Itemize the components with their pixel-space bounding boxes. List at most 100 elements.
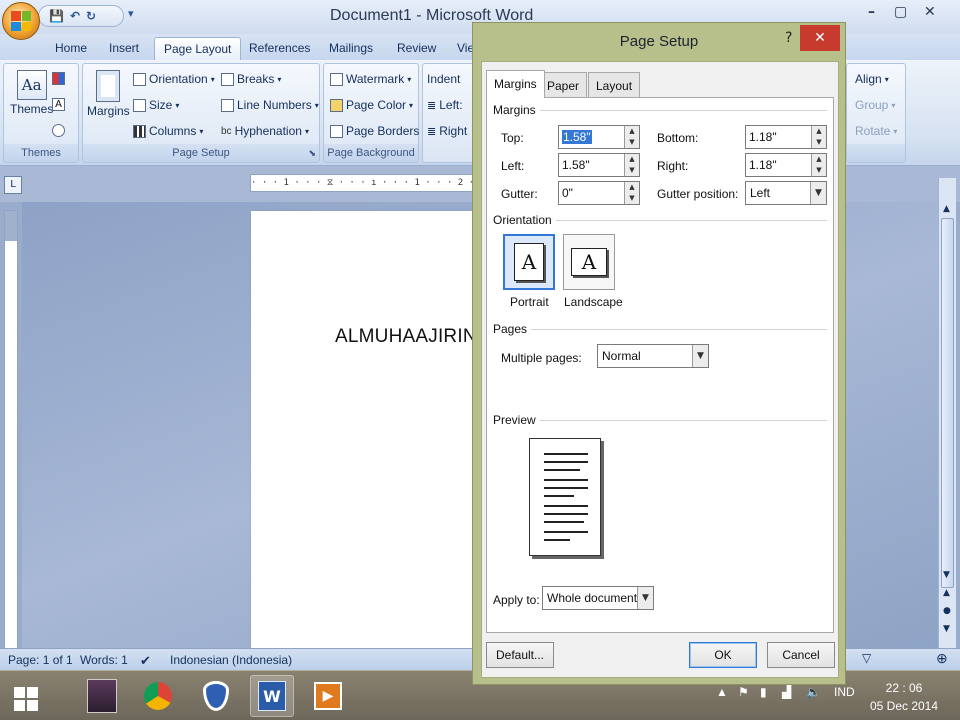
portrait-icon: A: [514, 243, 544, 281]
chevron-down-icon: ▼: [692, 345, 708, 367]
dialog-help-icon[interactable]: ?: [785, 30, 792, 46]
taskbar-photo-app[interactable]: [80, 675, 124, 717]
taskbar-media[interactable]: ▶: [306, 675, 350, 717]
page-color-button[interactable]: Page Color ▾: [330, 98, 413, 112]
previous-page-icon[interactable]: ▲: [943, 588, 950, 598]
page-setup-launcher-icon[interactable]: ⬊: [308, 149, 316, 159]
status-words[interactable]: Words: 1: [80, 653, 128, 667]
watermark-button[interactable]: Watermark ▾: [330, 72, 411, 86]
save-icon[interactable]: 💾: [49, 9, 64, 23]
scroll-down-icon[interactable]: ▼: [943, 570, 950, 580]
tab-references[interactable]: References: [240, 37, 319, 60]
themes-button[interactable]: Aa Themes: [10, 70, 53, 116]
undo-icon[interactable]: ↶: [70, 9, 80, 23]
apply-to-select[interactable]: Whole document ▼: [542, 586, 654, 610]
page-background-group-label: Page Background: [324, 144, 418, 162]
columns-icon: [133, 124, 146, 138]
document-text[interactable]: ALMUHAAJIRIN: [335, 326, 477, 348]
bottom-margin-spinner[interactable]: ▲ ▼: [811, 126, 826, 148]
orientation-button[interactable]: Orientation ▾: [133, 72, 215, 86]
indent-left[interactable]: ≣ Left:: [427, 98, 463, 112]
top-margin-input[interactable]: 1.58" ▲ ▼: [558, 125, 640, 149]
landscape-option[interactable]: A: [563, 234, 615, 290]
clock[interactable]: 22 : 06 05 Dec 2014: [864, 679, 944, 715]
tab-mailings[interactable]: Mailings: [320, 37, 382, 60]
status-page[interactable]: Page: 1 of 1: [8, 653, 73, 667]
align-button[interactable]: Align ▾: [855, 72, 889, 86]
zoom-slider[interactable]: ▽: [862, 651, 871, 665]
gutter-spinner[interactable]: ▲ ▼: [624, 182, 639, 204]
vertical-scrollbar[interactable]: ▲ ▼ ▲ ● ▼: [938, 178, 956, 648]
top-margin-spinner[interactable]: ▲ ▼: [624, 126, 639, 148]
zoom-in-icon[interactable]: ⊕: [936, 650, 948, 667]
horizontal-ruler[interactable]: · · · 1 · · · ⧖ · · · ı · · · 1 · · · 2 …: [250, 174, 475, 192]
taskbar-chrome[interactable]: [136, 675, 180, 717]
tab-paper[interactable]: Paper: [539, 72, 588, 97]
ok-button[interactable]: OK: [689, 642, 757, 668]
windows-start-icon[interactable]: [14, 687, 38, 711]
multiple-pages-value: Normal: [602, 349, 641, 363]
dialog-close-button[interactable]: ✕: [800, 25, 840, 51]
next-page-icon[interactable]: ▼: [943, 624, 950, 634]
right-margin-input[interactable]: 1.18" ▲ ▼: [745, 153, 827, 177]
rotate-button[interactable]: Rotate ▾: [855, 124, 897, 138]
minimize-button[interactable]: –: [868, 4, 875, 20]
customize-qat-icon[interactable]: ▾: [128, 7, 134, 20]
tab-margins[interactable]: Margins: [486, 70, 545, 98]
input-language[interactable]: IND: [834, 685, 855, 699]
office-button[interactable]: [2, 2, 40, 40]
word-icon: W: [258, 681, 286, 711]
gutter-input[interactable]: 0" ▲ ▼: [558, 181, 640, 205]
apply-to-label: Apply to:: [493, 593, 540, 607]
chevron-down-icon: ▼: [637, 587, 653, 609]
size-icon: [133, 98, 146, 112]
size-button[interactable]: Size ▾: [133, 98, 179, 112]
tab-layout[interactable]: Layout: [588, 72, 641, 97]
signal-icon[interactable]: ▟: [782, 685, 791, 699]
bottom-margin-input[interactable]: 1.18" ▲ ▼: [745, 125, 827, 149]
indent-right[interactable]: ≣ Right: [427, 124, 467, 138]
gutter-position-value: Left: [750, 186, 771, 200]
cancel-button[interactable]: Cancel: [767, 642, 835, 668]
scroll-thumb[interactable]: [941, 218, 954, 588]
portrait-option[interactable]: A: [503, 234, 555, 290]
show-hidden-icons[interactable]: ▲: [716, 685, 728, 699]
battery-icon[interactable]: ▮: [760, 685, 767, 699]
margins-section-label: Margins: [493, 103, 540, 117]
tab-insert[interactable]: Insert: [100, 37, 148, 60]
page-borders-button[interactable]: Page Borders: [330, 124, 419, 138]
select-browse-object-icon[interactable]: ●: [943, 606, 951, 616]
tab-review[interactable]: Review: [388, 37, 445, 60]
tab-selector-button[interactable]: L: [4, 176, 22, 194]
volume-icon[interactable]: 🔈: [806, 685, 821, 699]
taskbar-word[interactable]: W: [250, 675, 294, 717]
columns-button[interactable]: Columns ▾: [133, 124, 203, 138]
theme-colors-icon[interactable]: [52, 72, 65, 85]
theme-fonts-icon[interactable]: A: [52, 98, 65, 111]
vertical-ruler[interactable]: [4, 210, 18, 650]
theme-effects-icon[interactable]: [52, 124, 65, 137]
group-button[interactable]: Group ▾: [855, 98, 895, 112]
gutter-position-select[interactable]: Left ▼: [745, 181, 827, 205]
hyphenation-button[interactable]: bc Hyphenation ▾: [221, 124, 309, 138]
breaks-button[interactable]: Breaks ▾: [221, 72, 281, 86]
taskbar-defender[interactable]: [194, 675, 238, 717]
default-button[interactable]: Default...: [486, 642, 554, 668]
left-margin-spinner[interactable]: ▲ ▼: [624, 154, 639, 176]
status-language[interactable]: Indonesian (Indonesia): [170, 653, 292, 667]
redo-icon[interactable]: ↻: [86, 9, 96, 23]
top-margin-value: 1.58": [562, 130, 592, 144]
tab-home[interactable]: Home: [46, 37, 96, 60]
multiple-pages-select[interactable]: Normal ▼: [597, 344, 709, 368]
line-numbers-button[interactable]: Line Numbers ▾: [221, 98, 319, 112]
scroll-up-icon[interactable]: ▲: [943, 204, 950, 214]
tab-page-layout[interactable]: Page Layout: [154, 37, 242, 60]
close-button[interactable]: ✕: [924, 4, 936, 20]
action-center-icon[interactable]: ⚑: [738, 685, 749, 699]
document-page[interactable]: [251, 211, 477, 648]
margins-button[interactable]: Margins: [87, 70, 130, 118]
proofing-icon[interactable]: ✔: [140, 653, 151, 669]
restore-button[interactable]: ▢: [894, 4, 907, 20]
right-margin-spinner[interactable]: ▲ ▼: [811, 154, 826, 176]
left-margin-input[interactable]: 1.58" ▲ ▼: [558, 153, 640, 177]
